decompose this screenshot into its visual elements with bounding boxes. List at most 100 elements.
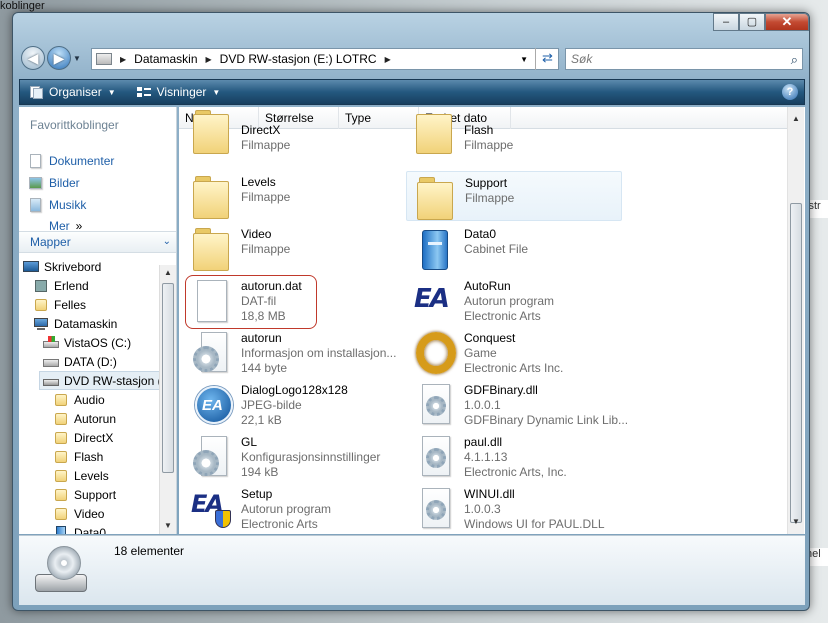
file-item-autorun-inf[interactable]: autorun Informasjon om installasjon... 144… — [183, 327, 399, 377]
settings-file-icon — [189, 328, 235, 376]
minimize-button[interactable]: – — [713, 13, 739, 31]
folder-icon — [53, 450, 69, 464]
breadcrumb-dvd-drive[interactable]: DVD RW-stasjon (E:) LOTRC — [220, 52, 377, 66]
dll-file-icon — [412, 432, 458, 480]
refresh-icon: ⇄ — [542, 50, 553, 65]
folders-header[interactable]: Mapper ⌄ — [19, 231, 176, 253]
tree-item-computer[interactable]: Datamaskin — [33, 314, 117, 333]
tree-item-erlend[interactable]: Erlend — [33, 276, 89, 295]
address-dropdown-icon[interactable]: ▼ — [520, 55, 528, 64]
forward-button[interactable]: ▶ — [47, 46, 71, 70]
blank-file-icon — [189, 276, 235, 324]
dll-file-icon — [412, 484, 458, 532]
file-item-directx[interactable]: DirectX Filmappe — [183, 110, 399, 169]
pictures-icon — [27, 175, 43, 191]
file-item-dialoglogo[interactable]: EA DialogLogo128x128 JPEG-bilde 22,1 kB — [183, 379, 399, 429]
tree-item-drive-d[interactable]: DATA (D:) — [43, 352, 117, 371]
folder-icon — [53, 431, 69, 445]
tree-scroll-thumb[interactable] — [162, 283, 174, 473]
file-list-scroll-thumb[interactable] — [790, 203, 802, 523]
tree-item-dvd-drive[interactable]: DVD RW-stasjon (E:) LOTRC — [39, 371, 159, 390]
folder-icon — [189, 224, 235, 272]
tree-item-drive-c[interactable]: VistaOS (C:) — [43, 333, 131, 352]
background-window-text: koblinger — [0, 0, 45, 12]
folder-icon — [413, 173, 459, 221]
ring-icon — [412, 328, 458, 376]
file-item-data0[interactable]: Data0 Cabinet File — [406, 223, 622, 273]
cabinet-file-icon — [412, 224, 458, 272]
ea-shield-icon: EA — [189, 484, 235, 532]
favorite-pictures[interactable]: Bilder — [27, 175, 80, 191]
command-bar: Organiser ▼ Visninger ▼ ? — [19, 79, 805, 105]
recent-pages-dropdown[interactable]: ▼ — [71, 54, 83, 63]
tree-item-autorun[interactable]: Autorun — [53, 409, 116, 428]
scroll-up-icon[interactable]: ▲ — [788, 111, 804, 127]
file-item-gl[interactable]: GL Konfigurasjonsinnstillinger 194 kB — [183, 431, 399, 481]
favorite-music[interactable]: Musikk — [27, 197, 86, 213]
scroll-down-icon[interactable]: ▼ — [160, 518, 176, 534]
organize-icon — [28, 85, 44, 99]
address-bar[interactable]: ▶ Datamaskin ▶ DVD RW-stasjon (E:) LOTRC… — [91, 48, 559, 70]
file-item-levels[interactable]: Levels Filmappe — [183, 171, 399, 221]
tree-item-public[interactable]: Felles — [33, 295, 86, 314]
dll-file-icon — [412, 380, 458, 428]
ea-logo-icon: EA — [414, 284, 450, 314]
dvd-drive-icon — [43, 374, 59, 388]
tree-item-directx[interactable]: DirectX — [53, 428, 113, 447]
breadcrumb-separator-icon[interactable]: ▶ — [120, 55, 126, 64]
views-icon — [136, 85, 152, 99]
views-button[interactable]: Visninger ▼ — [136, 85, 220, 99]
breadcrumb-computer[interactable]: Datamaskin — [134, 52, 197, 66]
file-item-support[interactable]: Support Filmappe — [406, 171, 622, 221]
scroll-down-icon[interactable]: ▼ — [788, 514, 804, 530]
file-item-gdfbinary-dll[interactable]: GDFBinary.dll 1.0.0.1 GDFBinary Dynamic Li… — [406, 379, 628, 429]
explorer-window: – ▢ ✕ ◀ ▶ ▼ ▶ Datamaskin ▶ DVD RW-stasjo… — [12, 12, 810, 611]
file-item-winui-dll[interactable]: WINUI.dll 1.0.0.3 Windows UI for PAUL.DLL — [406, 483, 622, 533]
music-icon — [27, 197, 43, 213]
tree-item-data0[interactable]: Data0 — [53, 523, 106, 534]
tree-item-levels[interactable]: Levels — [53, 466, 109, 485]
tree-item-flash[interactable]: Flash — [53, 447, 103, 466]
details-pane: 18 elementer — [19, 535, 805, 605]
organize-button[interactable]: Organiser ▼ — [28, 85, 116, 99]
file-list-scrollbar[interactable]: ▲ ▼ — [787, 107, 804, 534]
tree-item-desktop[interactable]: Skrivebord — [23, 257, 101, 276]
tree-item-audio[interactable]: Audio — [53, 390, 105, 409]
chevron-down-icon: ⌄ — [162, 236, 171, 247]
file-item-video[interactable]: Video Filmappe — [183, 223, 399, 273]
maximize-button[interactable]: ▢ — [739, 13, 765, 31]
file-item-paul-dll[interactable]: paul.dll 4.1.1.13 Electronic Arts, Inc. — [406, 431, 622, 481]
file-item-flash[interactable]: Flash Filmappe — [406, 114, 622, 169]
folder-icon — [412, 114, 458, 168]
navigation-buttons: ◀ ▶ ▼ — [21, 45, 83, 71]
file-item-autorun-exe[interactable]: EA AutoRun Autorun program Electronic Arts — [406, 275, 622, 325]
file-item-autorun-dat[interactable]: autorun.dat DAT-fil 18,8 MB — [183, 275, 399, 329]
tree-item-support[interactable]: Support — [53, 485, 116, 504]
favorite-documents[interactable]: Dokumenter — [27, 153, 114, 169]
dvd-drive-icon — [33, 544, 95, 600]
close-button[interactable]: ✕ — [765, 13, 809, 31]
file-list-pane: Navn Størrelse Type Endret dato DirectXF… — [179, 107, 805, 534]
folder-icon — [53, 412, 69, 426]
windows-drive-icon — [43, 335, 59, 350]
user-folder-icon — [33, 279, 49, 293]
scroll-up-icon[interactable]: ▲ — [160, 265, 176, 281]
computer-icon — [96, 53, 112, 65]
folder-icon — [189, 110, 235, 168]
tree-scrollbar[interactable]: ▲ ▼ — [159, 265, 176, 534]
search-icon[interactable]: ⌕ — [791, 50, 798, 70]
computer-icon — [33, 317, 49, 331]
chevron-down-icon: ▼ — [107, 87, 116, 97]
file-item-setup[interactable]: EA Setup Autorun program Electronic Arts — [183, 483, 399, 533]
refresh-button[interactable]: ⇄ — [535, 48, 559, 70]
help-button[interactable]: ? — [782, 84, 798, 100]
tree-item-video[interactable]: Video — [53, 504, 104, 523]
search-input[interactable]: Søk ⌕ — [565, 48, 803, 70]
breadcrumb-separator-icon[interactable]: ▶ — [385, 55, 391, 64]
back-button[interactable]: ◀ — [21, 46, 45, 70]
breadcrumb-separator-icon[interactable]: ▶ — [206, 55, 212, 64]
navigation-pane: Favorittkoblinger Dokumenter Bilder Musi… — [19, 107, 177, 534]
favorites-title: Favorittkoblinger — [30, 118, 119, 132]
item-count: 18 elementer — [114, 544, 185, 558]
file-item-conquest[interactable]: Conquest Game Electronic Arts Inc. — [406, 327, 622, 377]
